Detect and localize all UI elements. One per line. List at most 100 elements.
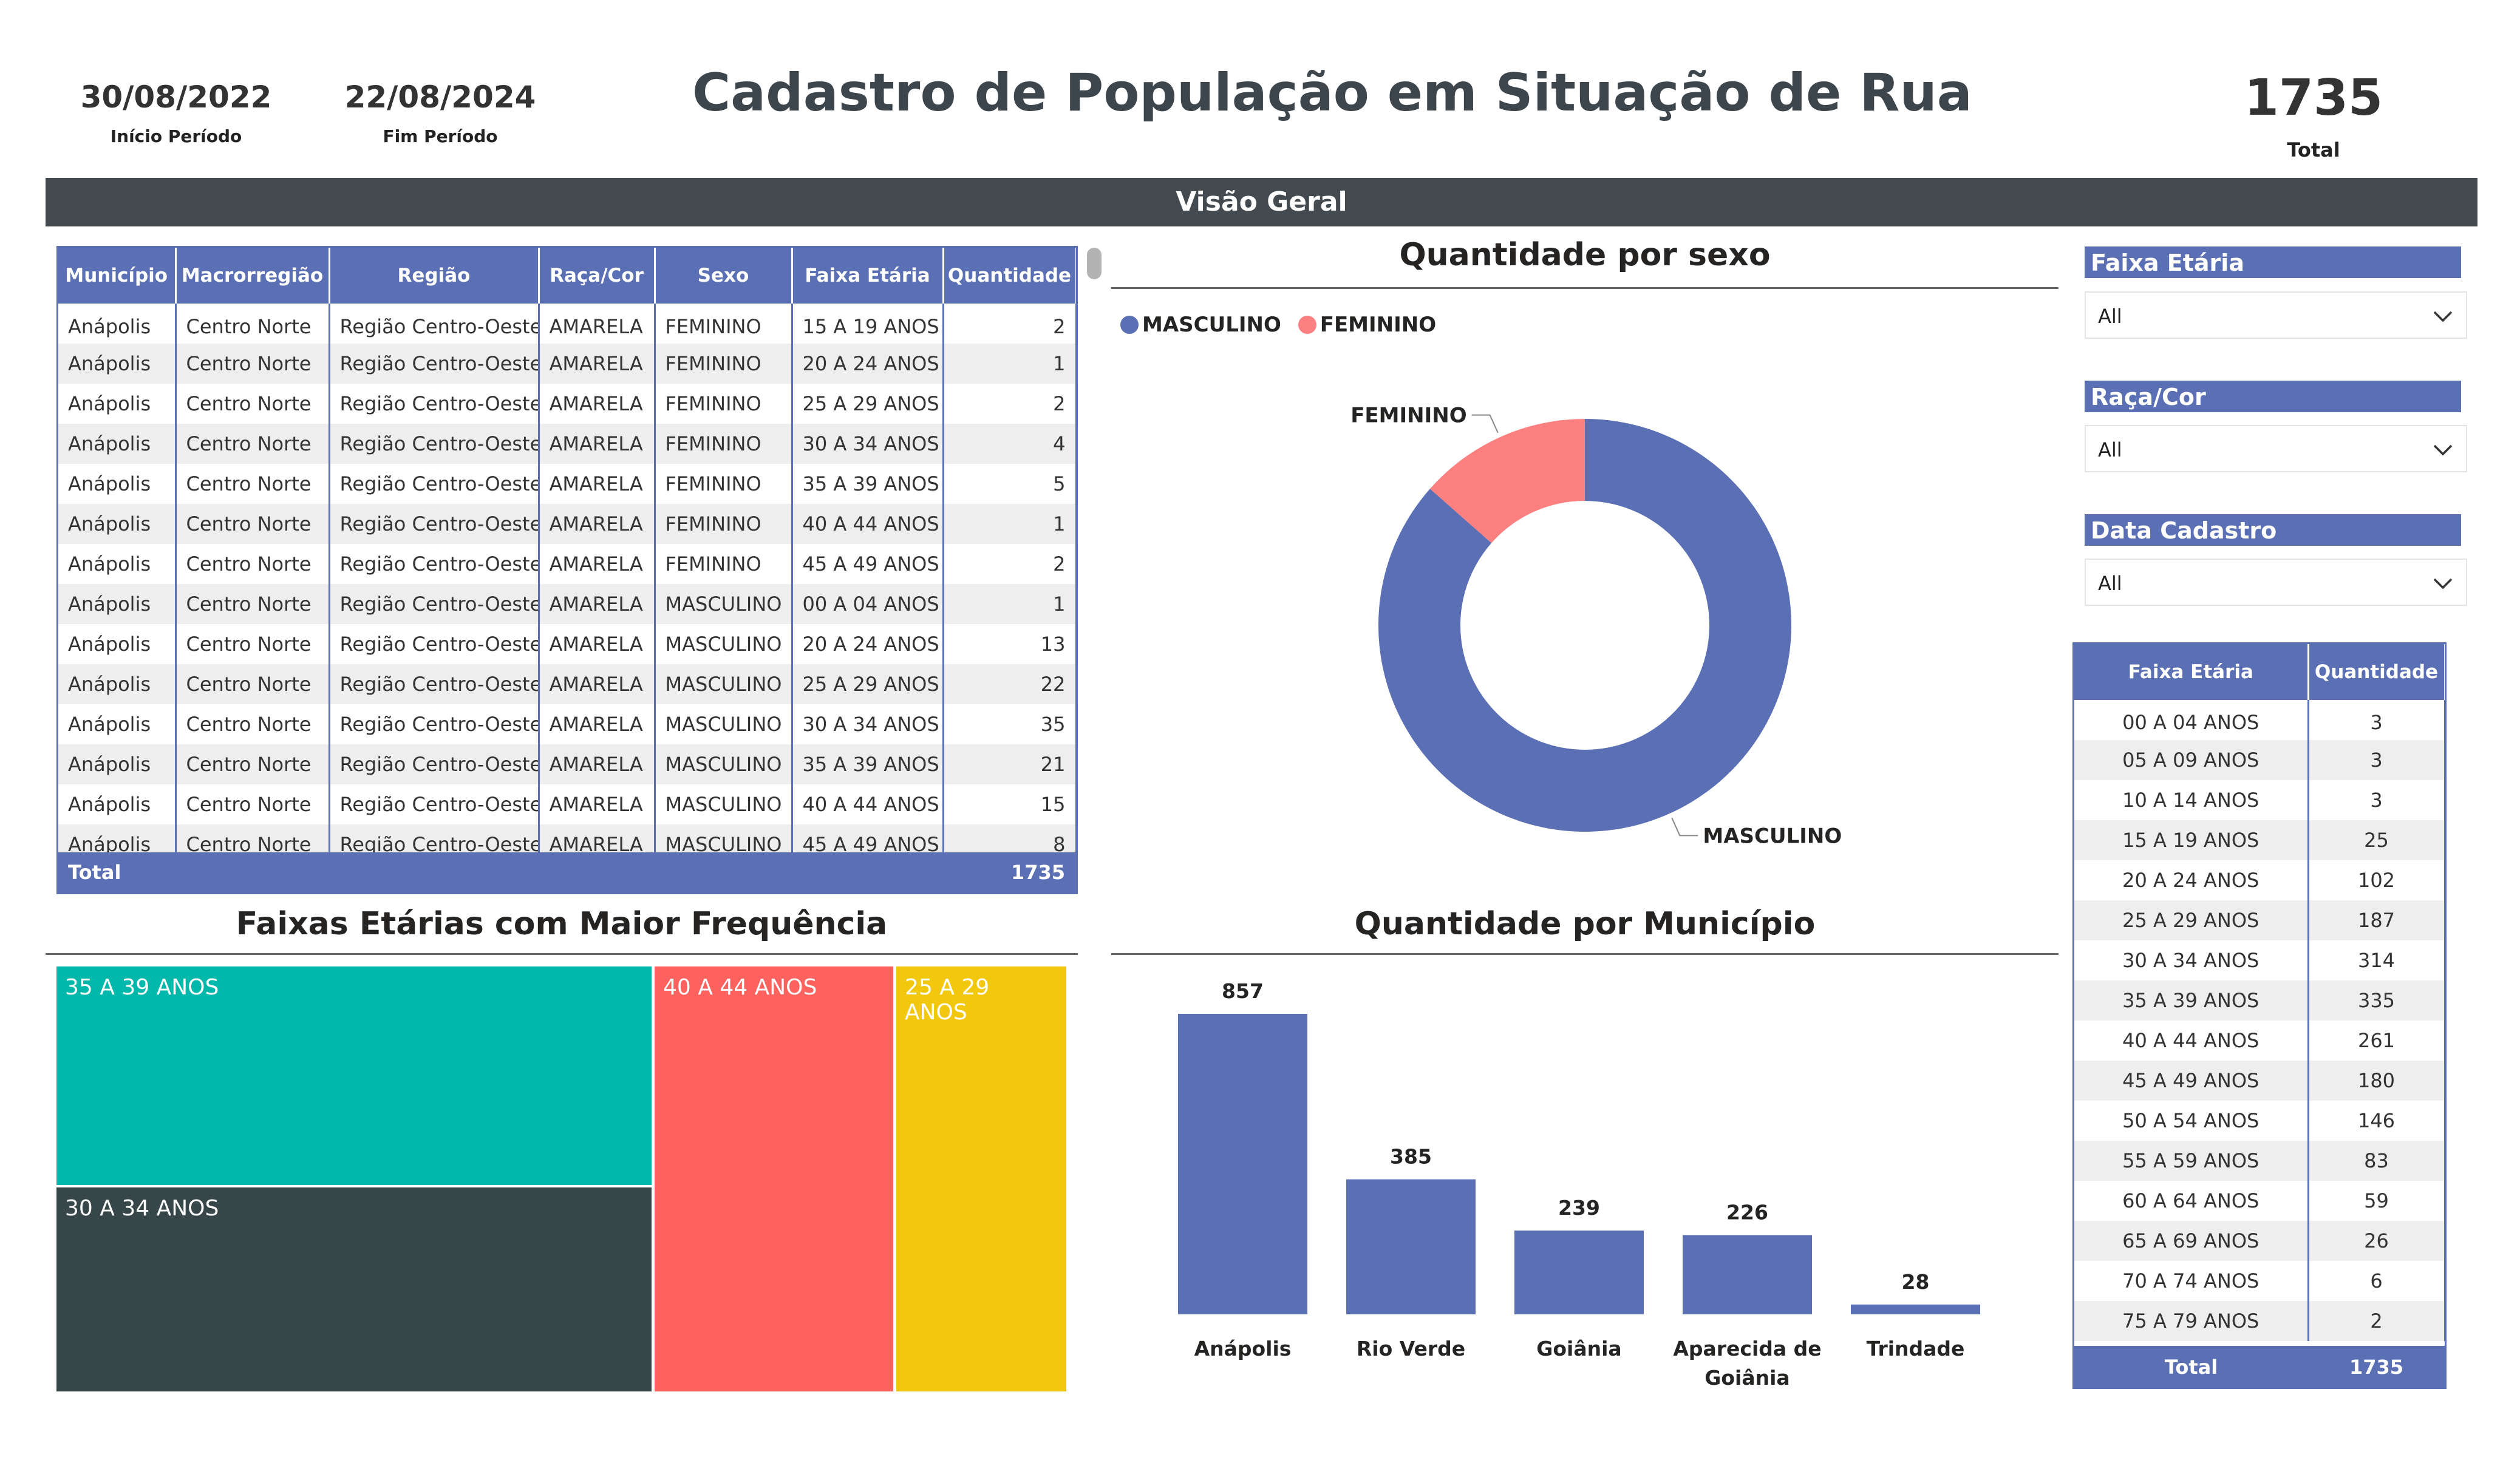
table-row[interactable]: 65 A 69 ANOS 26 — [2074, 1221, 2445, 1261]
table-cell: Região Centro-Oeste — [329, 664, 540, 704]
bar-1[interactable] — [1346, 1179, 1476, 1314]
detail-table[interactable]: Município Macrorregião Região Raça/Cor Sexo F… — [56, 246, 1078, 894]
table-cell: Região Centro-Oeste — [329, 464, 540, 504]
table-row[interactable]: 50 A 54 ANOS 146 — [2074, 1101, 2445, 1141]
table-cell: 3 — [2308, 700, 2445, 740]
column-header[interactable]: Sexo — [655, 248, 793, 304]
table-row[interactable]: Anápolis Centro Norte Região Centro-Oeste A… — [58, 464, 1076, 504]
bar-4[interactable] — [1851, 1304, 1980, 1314]
table-row[interactable]: Anápolis Centro Norte Região Centro-Oeste A… — [58, 304, 1076, 344]
table-row[interactable]: 20 A 24 ANOS 102 — [2074, 860, 2445, 900]
table-row[interactable]: Anápolis Centro Norte Região Centro-Oeste A… — [58, 624, 1076, 664]
table-row[interactable]: 55 A 59 ANOS 83 — [2074, 1141, 2445, 1181]
leader-line — [1671, 817, 1698, 837]
overview-banner: Visão Geral — [46, 178, 2477, 226]
legend-item-feminino[interactable]: FEMININO — [1298, 313, 1436, 337]
table-row[interactable]: 45 A 49 ANOS 180 — [2074, 1061, 2445, 1101]
table-row[interactable]: Anápolis Centro Norte Região Centro-Oeste A… — [58, 424, 1076, 464]
bar-category-label: Trindade — [1867, 1337, 1965, 1360]
age-table[interactable]: Faixa Etária Quantidade 00 A 04 ANOS 3 05 A… — [2072, 642, 2447, 1389]
table-row[interactable]: Anápolis Centro Norte Região Centro-Oeste A… — [58, 584, 1076, 624]
table-row[interactable]: 10 A 14 ANOS 3 — [2074, 780, 2445, 820]
table-row[interactable]: Anápolis Centro Norte Região Centro-Oeste A… — [58, 664, 1076, 704]
table-cell: 35 — [943, 704, 1076, 744]
table-cell: 65 A 69 ANOS — [2074, 1221, 2309, 1261]
table-cell: Anápolis — [58, 504, 177, 544]
table-row[interactable]: Anápolis Centro Norte Região Centro-Oeste A… — [58, 344, 1076, 384]
table-cell: 83 — [2308, 1141, 2445, 1181]
table-cell: 40 A 44 ANOS — [792, 784, 944, 824]
table-cell: AMARELA — [539, 664, 656, 704]
bar-2[interactable] — [1514, 1230, 1644, 1314]
table-row[interactable]: Anápolis Centro Norte Região Centro-Oeste A… — [58, 704, 1076, 744]
bar-category-label: Goiânia — [1536, 1337, 1621, 1360]
detail-table-scrollbar[interactable] — [1087, 248, 1102, 279]
table-cell: Centro Norte — [175, 784, 330, 824]
table-row[interactable]: Anápolis Centro Norte Região Centro-Oeste A… — [58, 744, 1076, 784]
legend-item-masculino[interactable]: MASCULINO — [1120, 313, 1281, 337]
table-row[interactable]: 15 A 19 ANOS 25 — [2074, 820, 2445, 860]
sex-donut-chart[interactable]: MASCULINO FEMININO — [1312, 364, 1919, 886]
table-cell: 1 — [943, 584, 1076, 624]
table-row[interactable]: Anápolis Centro Norte Região Centro-Oeste A… — [58, 544, 1076, 584]
table-row[interactable]: 30 A 34 ANOS 314 — [2074, 940, 2445, 980]
municipio-bar-chart[interactable]: 857 Anápolis 385 Rio Verde 239 Goiânia 226 Apar… — [1111, 956, 2059, 1411]
column-header[interactable]: Quantidade — [943, 248, 1076, 304]
column-header[interactable]: Faixa Etária — [792, 248, 944, 304]
table-row[interactable]: Anápolis Centro Norte Região Centro-Oeste A… — [58, 384, 1076, 424]
table-row[interactable]: 40 A 44 ANOS 261 — [2074, 1021, 2445, 1061]
table-cell: Centro Norte — [175, 304, 330, 344]
table-cell: 2 — [943, 384, 1076, 424]
age-total-row: Total 1735 — [2074, 1346, 2445, 1387]
legend-label: FEMININO — [1320, 313, 1437, 337]
table-cell: MASCULINO — [655, 664, 793, 704]
bar-data-label: 239 — [1558, 1196, 1600, 1220]
column-header[interactable]: Quantidade — [2308, 644, 2445, 700]
detail-total-row: Total 1735 — [58, 852, 1076, 892]
table-row[interactable]: 70 A 74 ANOS 6 — [2074, 1261, 2445, 1301]
table-cell: 35 A 39 ANOS — [2074, 980, 2309, 1021]
table-cell: AMARELA — [539, 504, 656, 544]
detail-total-value: 1735 — [1010, 861, 1065, 884]
table-cell: 4 — [943, 424, 1076, 464]
column-header[interactable]: Região — [329, 248, 540, 304]
table-cell: 25 A 29 ANOS — [2074, 900, 2309, 940]
column-header[interactable]: Faixa Etária — [2074, 644, 2309, 700]
table-cell: 60 A 64 ANOS — [2074, 1181, 2309, 1221]
column-header[interactable]: Município — [58, 248, 177, 304]
table-cell: Centro Norte — [175, 544, 330, 584]
table-row[interactable]: Anápolis Centro Norte Região Centro-Oeste A… — [58, 784, 1076, 824]
table-cell: 5 — [943, 464, 1076, 504]
table-row[interactable]: 05 A 09 ANOS 3 — [2074, 740, 2445, 780]
table-cell: 1 — [943, 504, 1076, 544]
column-header[interactable]: Macrorregião — [175, 248, 330, 304]
table-cell: AMARELA — [539, 544, 656, 584]
table-cell: Anápolis — [58, 784, 177, 824]
slicer-dropdown-data-cadastro[interactable]: All — [2085, 559, 2467, 606]
slicer-dropdown-faixa-etaria[interactable]: All — [2085, 291, 2467, 339]
bar-3[interactable] — [1683, 1235, 1812, 1314]
table-row[interactable]: 00 A 04 ANOS 3 — [2074, 700, 2445, 740]
treemap-tile-25-29[interactable]: 25 A 29 ANOS — [896, 966, 1066, 1391]
treemap-tile-35-39[interactable]: 35 A 39 ANOS — [56, 966, 652, 1185]
table-cell: Região Centro-Oeste — [329, 624, 540, 664]
slicer-dropdown-raca-cor[interactable]: All — [2085, 425, 2467, 472]
treemap-tile-40-44[interactable]: 40 A 44 ANOS — [655, 966, 893, 1391]
table-row[interactable]: 60 A 64 ANOS 59 — [2074, 1181, 2445, 1221]
table-row[interactable]: 25 A 29 ANOS 187 — [2074, 900, 2445, 940]
column-header[interactable]: Raça/Cor — [539, 248, 656, 304]
chevron-down-icon — [2433, 311, 2453, 322]
table-row[interactable]: 35 A 39 ANOS 335 — [2074, 980, 2445, 1021]
table-cell: 30 A 34 ANOS — [792, 704, 944, 744]
table-cell: Região Centro-Oeste — [329, 344, 540, 384]
table-row[interactable]: 75 A 79 ANOS 2 — [2074, 1301, 2445, 1341]
end-date-label: Fim Período — [383, 126, 498, 146]
table-row[interactable]: Anápolis Centro Norte Região Centro-Oeste A… — [58, 504, 1076, 544]
sex-chart-title: Quantidade por sexo — [1399, 237, 1771, 273]
treemap-tile-30-34[interactable]: 30 A 34 ANOS — [56, 1187, 652, 1391]
total-value: 1735 — [2244, 69, 2383, 127]
table-cell: AMARELA — [539, 344, 656, 384]
table-cell: Anápolis — [58, 464, 177, 504]
divider — [1111, 953, 2059, 955]
bar-0[interactable] — [1178, 1014, 1307, 1314]
